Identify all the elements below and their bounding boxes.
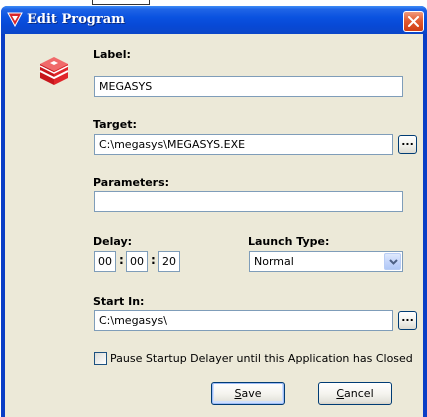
dropdown-arrow[interactable]	[384, 253, 401, 270]
launch-type-select[interactable]: Normal	[249, 251, 403, 272]
parameters-caption: Parameters:	[93, 176, 170, 189]
pause-checkbox[interactable]	[94, 352, 107, 365]
launch-type-value: Normal	[254, 255, 294, 268]
save-button[interactable]: Save	[211, 382, 285, 405]
delay-minutes-input[interactable]: 00	[126, 251, 148, 272]
title-bar[interactable]: Edit Program	[1, 6, 427, 34]
start-in-browse-button[interactable]: ...	[398, 311, 417, 330]
cancel-accelerator: C	[336, 387, 345, 400]
delay-hours-input[interactable]: 00	[94, 251, 116, 272]
cancel-button[interactable]: Cancel	[318, 382, 392, 405]
dialog-body: Label: MEGASYS Target: C:\megasys\MEGASY…	[5, 34, 423, 417]
delay-separator: :	[151, 253, 156, 267]
label-input[interactable]: MEGASYS	[94, 76, 403, 97]
window-title: Edit Program	[27, 12, 125, 27]
cancel-label: ancel	[344, 387, 374, 400]
chevron-down-icon	[389, 259, 398, 265]
screen: Edit Program Label: MEGASYS Target: C:\m…	[0, 0, 427, 417]
pause-checkbox-label[interactable]: Pause Startup Delayer until this Applica…	[110, 352, 413, 365]
background-box	[92, 0, 150, 5]
target-input[interactable]: C:\megasys\MEGASYS.EXE	[94, 134, 393, 155]
program-icon	[39, 57, 69, 85]
parameters-input[interactable]	[94, 191, 403, 212]
app-icon	[7, 12, 23, 27]
edit-program-dialog: Edit Program Label: MEGASYS Target: C:\m…	[1, 6, 427, 417]
delay-caption: Delay:	[93, 235, 133, 248]
close-icon	[408, 16, 419, 27]
start-in-caption: Start In:	[93, 295, 145, 308]
launch-type-caption: Launch Type:	[248, 235, 330, 248]
target-browse-button[interactable]: ...	[398, 135, 417, 154]
save-label: ave	[241, 387, 262, 400]
delay-separator: :	[119, 253, 124, 267]
close-button[interactable]	[403, 11, 424, 32]
label-caption: Label:	[93, 48, 131, 61]
delay-seconds-input[interactable]: 20	[158, 251, 180, 272]
start-in-input[interactable]: C:\megasys\	[94, 310, 393, 331]
target-caption: Target:	[93, 118, 137, 131]
